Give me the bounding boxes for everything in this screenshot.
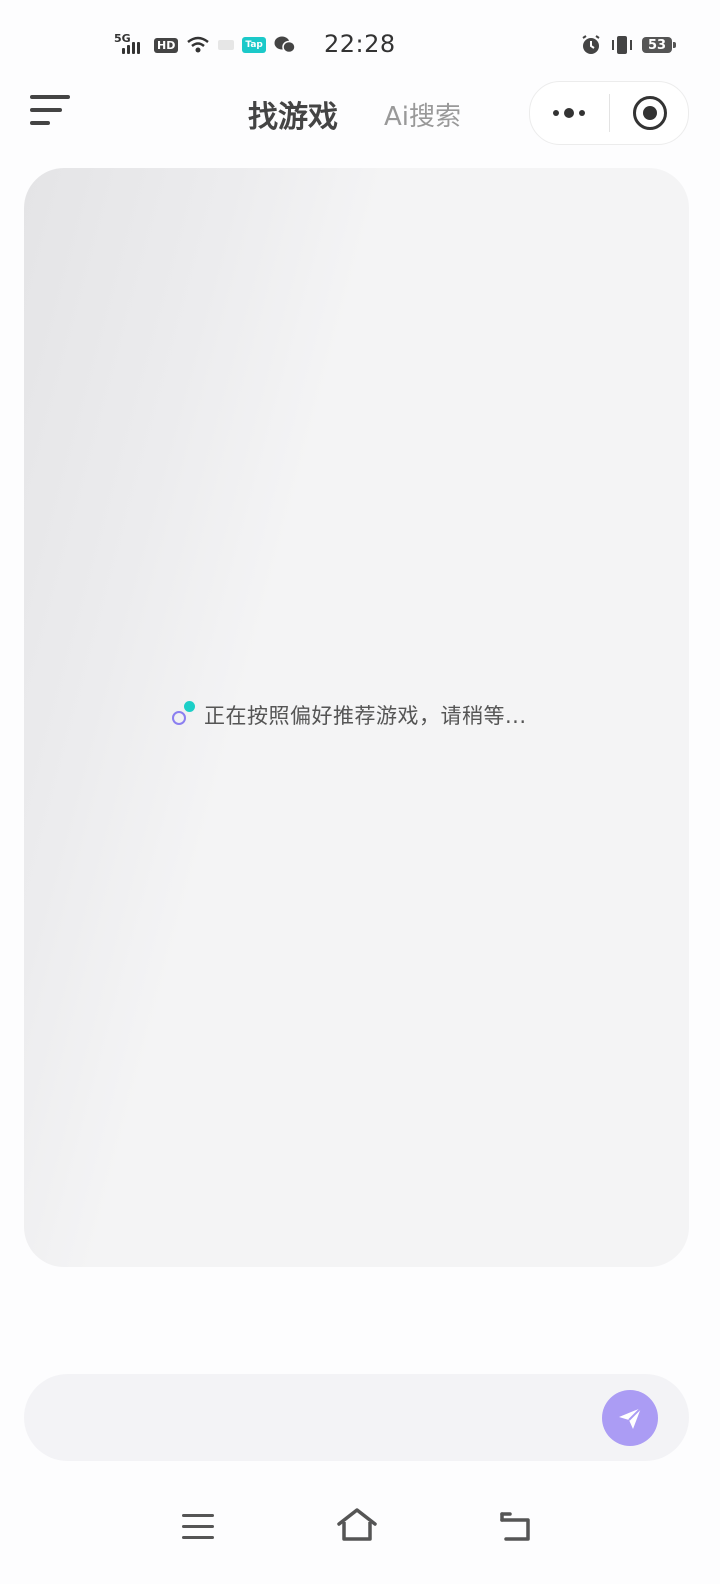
capsule-divider — [609, 94, 610, 132]
network-type-label: 5G — [114, 32, 131, 45]
vibrate-icon — [612, 36, 632, 54]
back-icon[interactable] — [496, 1510, 534, 1542]
status-time: 22:28 — [324, 30, 396, 58]
signal-icon: 5G — [114, 32, 146, 54]
nav-menu-icon[interactable] — [182, 1514, 214, 1540]
battery-icon: 53 — [642, 37, 676, 53]
tap-app-icon: Tap — [242, 37, 266, 53]
notification-icon — [218, 40, 235, 50]
paper-plane-icon — [619, 1407, 642, 1429]
loading-spinner-icon — [170, 701, 196, 729]
tab-find-games[interactable]: 找游戏 — [248, 92, 338, 136]
chat-input[interactable] — [24, 1374, 689, 1461]
wifi-icon — [187, 36, 210, 53]
status-left-icons: 5G HD Tap — [114, 32, 296, 58]
loading-indicator: 正在按照偏好推荐游戏，请稍等... — [170, 700, 527, 730]
status-bar: 5G HD Tap 22:28 53 — [0, 0, 720, 90]
tab-ai-search[interactable]: Ai搜索 — [384, 96, 461, 133]
target-close-icon[interactable] — [633, 96, 667, 130]
miniprogram-capsule — [529, 81, 689, 145]
send-button[interactable] — [602, 1390, 658, 1446]
menu-icon[interactable] — [30, 95, 74, 131]
alarm-icon — [582, 35, 600, 54]
loading-text: 正在按照偏好推荐游戏，请稍等... — [204, 704, 527, 728]
status-right-icons: 53 — [580, 32, 676, 58]
more-dots-icon[interactable] — [548, 98, 590, 128]
wechat-icon — [274, 36, 296, 54]
home-icon[interactable] — [336, 1506, 378, 1542]
hd-icon: HD — [154, 37, 179, 53]
